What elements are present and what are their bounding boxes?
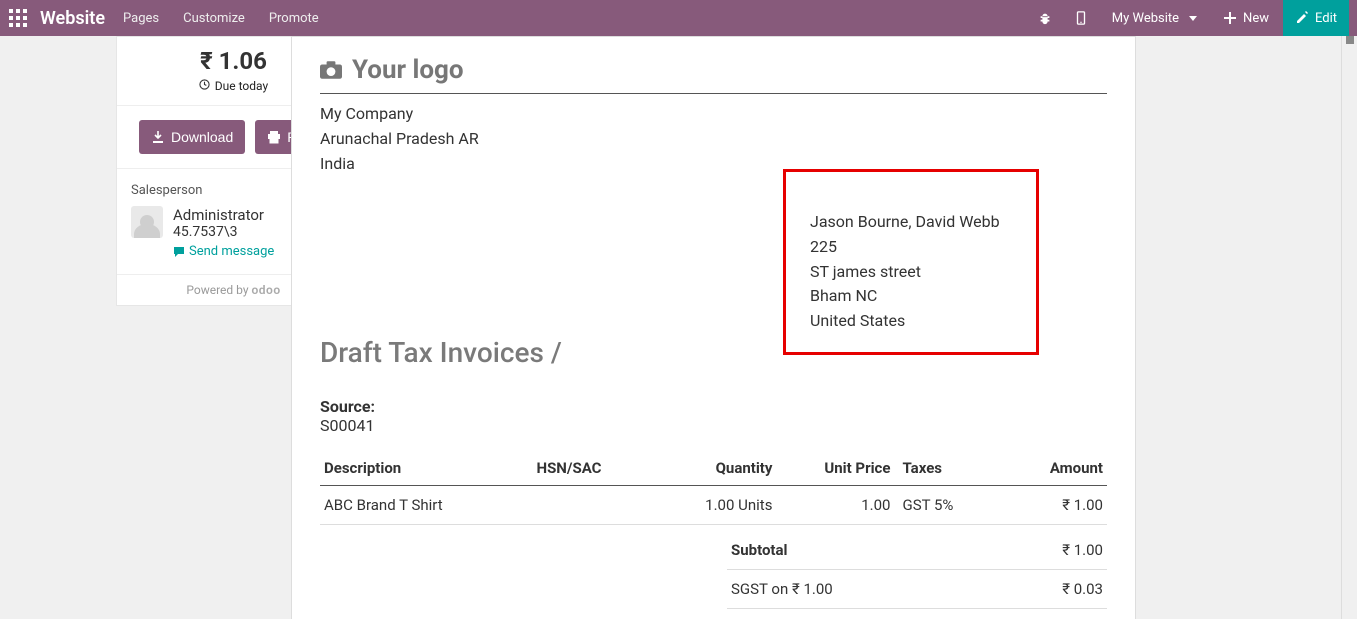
cell-taxes: GST 5%	[894, 486, 988, 525]
bug-icon[interactable]	[1028, 0, 1062, 36]
customer-line1: 225	[810, 235, 1020, 260]
clock-icon	[199, 79, 210, 93]
nav-promote[interactable]: Promote	[269, 11, 319, 26]
company-name: My Company	[320, 102, 1107, 127]
invoice-document: Your logo My Company Arunachal Pradesh A…	[291, 36, 1136, 619]
pencil-icon	[1295, 11, 1309, 25]
logo-text: Your logo	[352, 55, 464, 85]
website-dropdown[interactable]: My Website	[1100, 0, 1209, 36]
scrollbar[interactable]	[1341, 36, 1357, 619]
invoice-lines-table: Description HSN/SAC Quantity Unit Price …	[320, 451, 1107, 525]
totals-label: Subtotal	[731, 541, 788, 559]
totals-block: Subtotal ₹ 1.00 SGST on ₹ 1.00 ₹ 0.03 CG…	[727, 531, 1107, 619]
app-brand[interactable]: Website	[36, 8, 123, 29]
logo-row: Your logo	[320, 49, 1107, 94]
totals-row: Subtotal ₹ 1.00	[727, 531, 1107, 570]
customer-address-box: Jason Bourne, David Webb 225 ST james st…	[783, 169, 1039, 355]
totals-row: SGST on ₹ 1.00 ₹ 0.03	[727, 570, 1107, 609]
cell-description: ABC Brand T Shirt	[320, 486, 532, 525]
top-nav: Pages Customize Promote	[123, 11, 319, 26]
plus-icon	[1223, 11, 1237, 25]
cell-amount: ₹ 1.00	[989, 486, 1107, 525]
customer-line2: ST james street	[810, 260, 1020, 285]
totals-value: ₹ 0.03	[1062, 580, 1103, 598]
cell-hsn	[532, 486, 642, 525]
download-icon	[151, 130, 165, 144]
topbar-right: My Website New Edit	[1028, 0, 1349, 36]
new-button[interactable]: New	[1211, 0, 1281, 36]
col-unit-price: Unit Price	[776, 451, 894, 486]
company-region: Arunachal Pradesh AR	[320, 127, 1107, 152]
table-row: ABC Brand T Shirt 1.00 Units 1.00 GST 5%…	[320, 486, 1107, 525]
source-value: S00041	[320, 416, 1107, 435]
col-taxes: Taxes	[894, 451, 988, 486]
new-button-label: New	[1243, 11, 1269, 26]
source-label: Source:	[320, 397, 1107, 416]
totals-row: CGST on ₹ 1.00 ₹ 0.03	[727, 609, 1107, 619]
col-hsn: HSN/SAC	[532, 451, 642, 486]
mobile-icon[interactable]	[1064, 0, 1098, 36]
avatar	[131, 206, 163, 238]
chat-icon	[173, 246, 185, 258]
scroll-up-icon[interactable]	[1346, 36, 1354, 44]
edit-button-label: Edit	[1315, 11, 1337, 26]
camera-icon	[320, 59, 342, 81]
customer-name: Jason Bourne, David Webb	[810, 210, 1020, 235]
col-amount: Amount	[989, 451, 1107, 486]
cell-unit-price: 1.00	[776, 486, 894, 525]
chevron-down-icon	[1189, 16, 1197, 21]
edit-button[interactable]: Edit	[1283, 0, 1349, 36]
cell-quantity: 1.00 Units	[643, 486, 777, 525]
topbar: Website Pages Customize Promote My Websi…	[0, 0, 1357, 36]
col-quantity: Quantity	[643, 451, 777, 486]
company-block: My Company Arunachal Pradesh AR India	[320, 102, 1107, 176]
col-description: Description	[320, 451, 532, 486]
table-header-row: Description HSN/SAC Quantity Unit Price …	[320, 451, 1107, 486]
download-button[interactable]: Download	[139, 120, 245, 154]
website-dropdown-label: My Website	[1112, 11, 1179, 26]
source-block: Source: S00041	[320, 397, 1107, 435]
totals-label: SGST on ₹ 1.00	[731, 580, 833, 598]
customer-country: United States	[810, 309, 1020, 334]
totals-value: ₹ 1.00	[1062, 541, 1103, 559]
nav-customize[interactable]: Customize	[183, 11, 245, 26]
apps-icon[interactable]	[0, 0, 36, 36]
nav-pages[interactable]: Pages	[123, 11, 159, 26]
customer-city: Bham NC	[810, 284, 1020, 309]
download-label: Download	[171, 129, 233, 145]
